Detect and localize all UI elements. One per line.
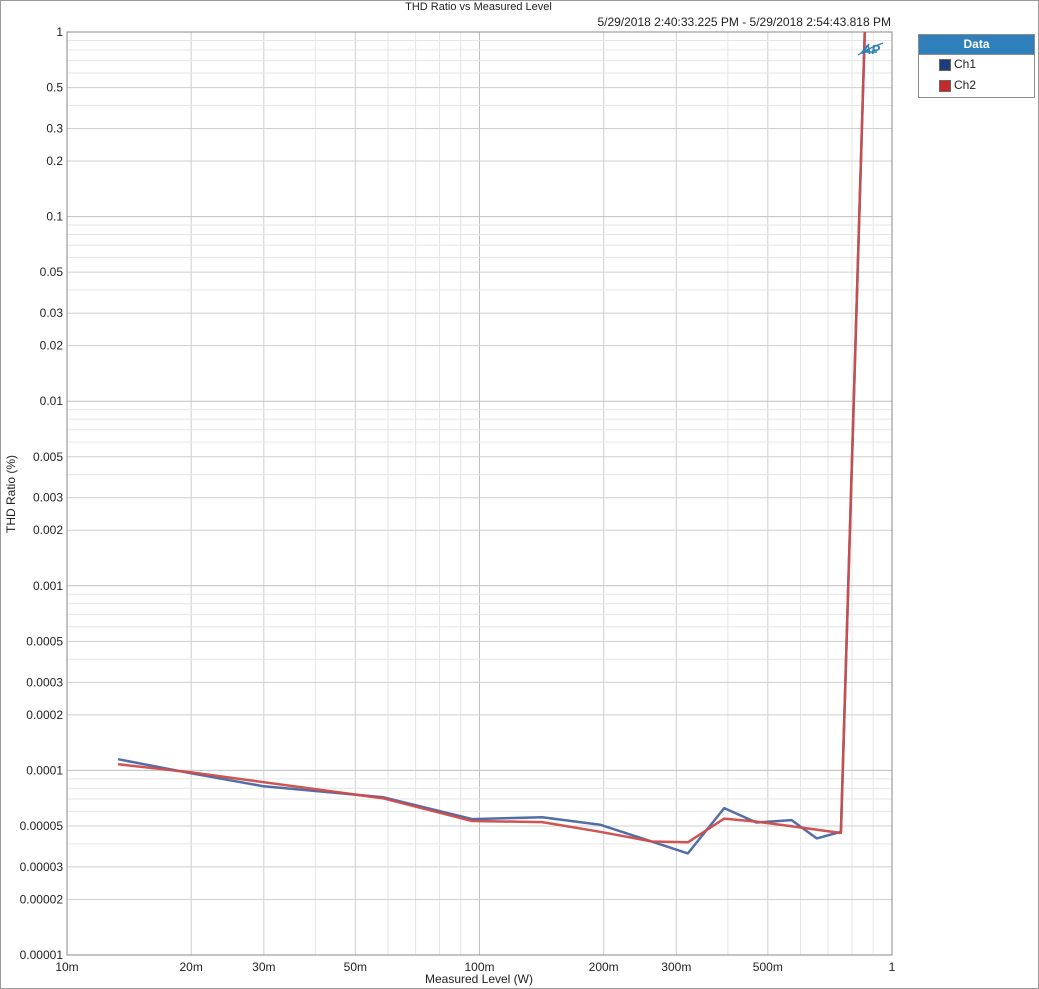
y-tick-label: 0.2 [46,154,63,168]
ap-logo-icon: AP [857,42,884,57]
x-tick-label: 20m [180,960,203,974]
y-tick-label: 0.05 [40,265,64,279]
y-tick-label: 0.01 [40,394,64,408]
legend-label-ch1: Ch1 [954,57,977,71]
y-tick-label: 0.0002 [26,708,63,722]
y-tick-label: 0.00002 [20,892,64,906]
y-tick-label: 0.5 [46,81,63,95]
y-axis-label: THD Ratio (%) [4,455,18,533]
y-tick-label: 0.002 [33,523,63,537]
legend-item-ch2[interactable]: Ch2 [919,76,1034,97]
y-tick-label: 0.005 [33,450,63,464]
legend: Data Ch1 Ch2 [918,34,1035,98]
y-tick-label: 0.00005 [20,819,64,833]
y-tick-label: 0.1 [46,210,63,224]
legend-label-ch2: Ch2 [954,78,977,92]
series-lines [117,32,867,855]
y-tick-label: 0.001 [33,579,63,593]
y-tick-label: 0.0005 [26,634,63,648]
y-tick-label: 0.03 [40,306,64,320]
x-axis-label: Measured Level (W) [425,972,533,986]
series-line-ch1 [117,32,867,855]
legend-item-ch1[interactable]: Ch1 [919,55,1034,76]
y-tick-label: 0.0001 [26,763,63,777]
y-tick-label: 0.0003 [26,675,63,689]
legend-swatch-ch1 [939,59,951,71]
series-line-ch2 [117,32,867,844]
legend-swatch-ch2 [939,80,951,92]
y-tick-label: 0.00003 [20,860,64,874]
x-tick-label: 10m [55,960,78,974]
y-tick-label: 0.3 [46,122,63,136]
x-tick-label: 300m [661,960,691,974]
grid-lines [66,32,892,956]
x-tick-label: 50m [344,960,367,974]
chart-canvas: 1 0.5 0.3 0.2 0.1 0.05 0.03 0.02 0.01 0.005 0.003 0… [4,25,896,986]
y-tick-label: 0.003 [33,491,63,505]
svg-text:AP: AP [861,42,880,57]
x-tick-label: 200m [589,960,619,974]
y-tick-label: 0.02 [40,339,64,353]
y-axis-ticks: 1 0.5 0.3 0.2 0.1 0.05 0.03 0.02 0.01 0.005 0.003 0… [20,25,64,962]
x-tick-label: 30m [252,960,275,974]
legend-title: Data [919,35,1034,55]
x-tick-label: 500m [753,960,783,974]
y-tick-label: 1 [56,25,63,39]
x-tick-label: 1 [889,960,896,974]
